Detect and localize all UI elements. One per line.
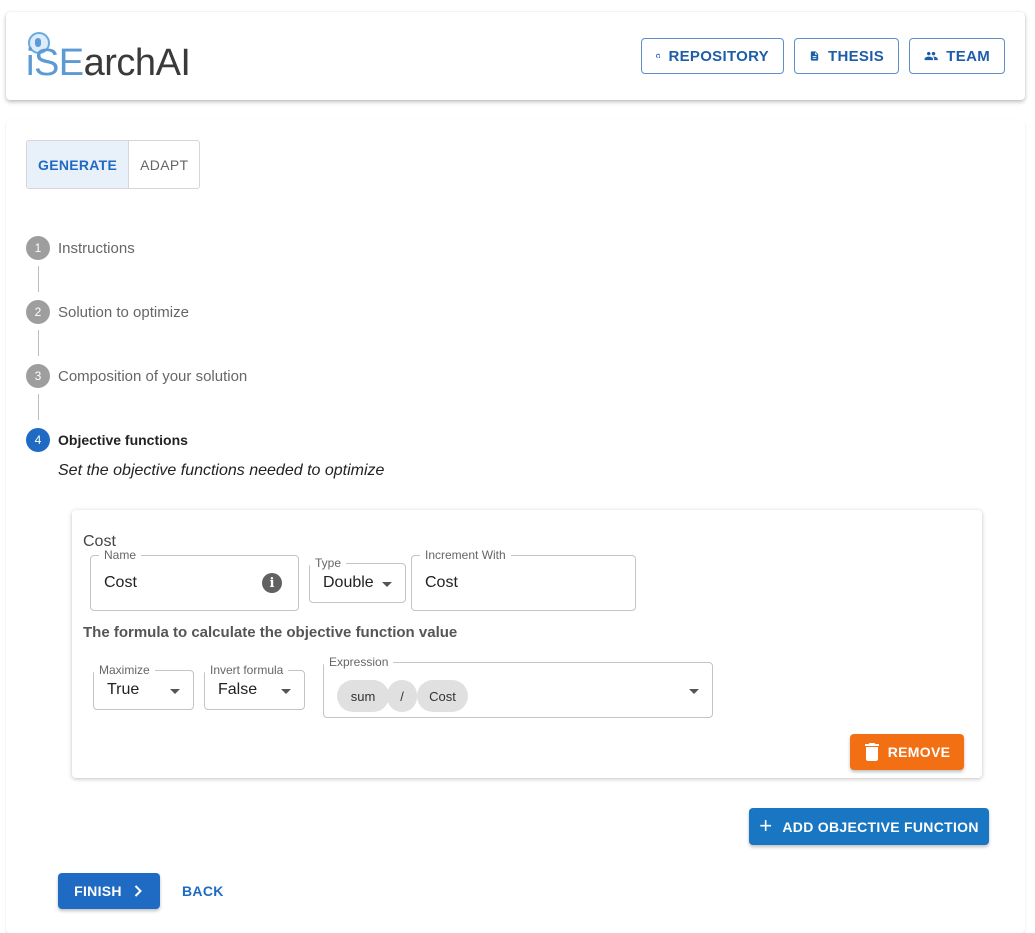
chevron-down-icon — [382, 582, 392, 587]
repository-label: REPOSITORY — [668, 47, 769, 65]
app-header: iSEarchAI REPOSITORY THESIS TEAM — [6, 12, 1025, 100]
remove-label: REMOVE — [887, 744, 951, 760]
people-icon — [924, 51, 938, 61]
isearchai-logo[interactable]: iSEarchAI — [26, 32, 226, 84]
type-select-label: Type — [310, 556, 347, 570]
step-4-label: Objective functions — [58, 432, 188, 448]
type-select-value: Double — [323, 574, 374, 591]
step-connector — [38, 394, 39, 420]
name-field-value: Cost — [104, 574, 137, 591]
back-button[interactable]: BACK — [172, 873, 234, 909]
finish-label: FINISH — [74, 883, 122, 899]
github-icon — [656, 53, 661, 59]
step-4[interactable]: 4 Objective functions — [26, 428, 188, 452]
step-1[interactable]: 1 Instructions — [26, 236, 135, 260]
step-4-number: 4 — [26, 428, 50, 452]
chevron-right-icon — [134, 885, 142, 897]
add-objective-label: ADD OBJECTIVE FUNCTION — [782, 818, 979, 835]
maximize-select[interactable]: Maximize True — [93, 663, 194, 710]
add-objective-function-button[interactable]: + ADD OBJECTIVE FUNCTION — [749, 808, 989, 845]
step-connector — [38, 330, 39, 356]
main-card: GENERATE ADAPT 1 Instructions 2 Solution… — [6, 120, 1025, 933]
step-2-label: Solution to optimize — [58, 303, 189, 321]
repository-button[interactable]: REPOSITORY — [641, 38, 784, 74]
expression-chip[interactable]: / — [387, 680, 417, 712]
step-1-label: Instructions — [58, 239, 135, 257]
invert-formula-label: Invert formula — [205, 663, 289, 677]
type-select[interactable]: Type Double — [309, 556, 406, 603]
step-2[interactable]: 2 Solution to optimize — [26, 300, 189, 324]
document-icon — [810, 51, 819, 61]
step-1-number: 1 — [26, 236, 50, 260]
increment-with-field[interactable]: Increment With Cost — [411, 548, 636, 611]
chevron-down-icon — [281, 689, 291, 694]
plus-icon: + — [759, 812, 773, 838]
step-description: Set the objective functions needed to op… — [58, 462, 385, 479]
trash-icon — [864, 743, 879, 761]
chevron-down-icon — [170, 689, 180, 694]
expression-chip[interactable]: sum — [337, 680, 389, 712]
name-field-label: Name — [99, 548, 142, 562]
step-connector — [38, 266, 39, 292]
objective-function-card: Cost Name Cost i Type Double Increment W… — [72, 510, 982, 778]
logo-text: iSEarchAI — [26, 42, 191, 84]
increment-with-label: Increment With — [420, 548, 511, 562]
name-field[interactable]: Name Cost i — [90, 548, 299, 611]
formula-heading: The formula to calculate the objective f… — [83, 624, 458, 641]
chevron-down-icon — [689, 689, 699, 694]
thesis-label: THESIS — [828, 47, 884, 65]
expression-select[interactable]: Expression sum / Cost — [323, 655, 713, 718]
thesis-button[interactable]: THESIS — [794, 38, 899, 74]
team-button[interactable]: TEAM — [909, 38, 1005, 74]
increment-with-value: Cost — [425, 574, 458, 591]
expression-chip[interactable]: Cost — [417, 680, 468, 712]
invert-formula-value: False — [218, 681, 258, 698]
remove-button[interactable]: REMOVE — [850, 734, 964, 770]
invert-formula-select[interactable]: Invert formula False — [204, 663, 305, 710]
expression-label: Expression — [324, 655, 394, 669]
step-3[interactable]: 3 Composition of your solution — [26, 364, 247, 388]
maximize-value: True — [107, 681, 140, 698]
step-3-label: Composition of your solution — [58, 367, 248, 385]
info-icon[interactable]: i — [262, 573, 282, 593]
team-label: TEAM — [946, 47, 990, 65]
adapt-toggle[interactable]: ADAPT — [128, 141, 199, 188]
maximize-label: Maximize — [94, 663, 155, 677]
finish-button[interactable]: FINISH — [58, 873, 160, 909]
generate-toggle[interactable]: GENERATE — [27, 141, 129, 188]
mode-toggle-group: GENERATE ADAPT — [26, 140, 201, 189]
step-2-number: 2 — [26, 300, 50, 324]
step-3-number: 3 — [26, 364, 50, 388]
